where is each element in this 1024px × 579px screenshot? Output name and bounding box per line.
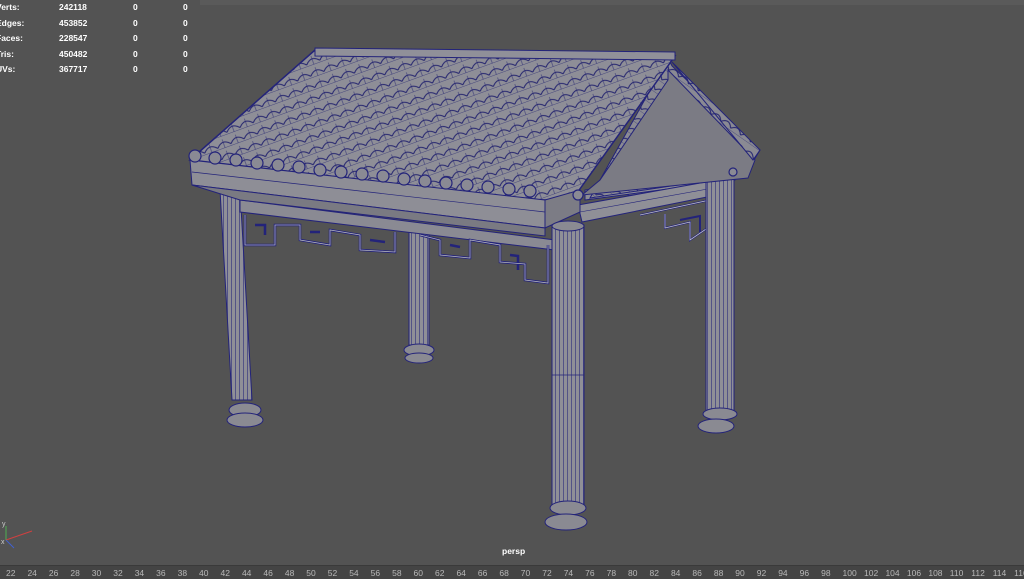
timeline-tick-label[interactable]: 82 (650, 568, 659, 578)
timeline-tick-label[interactable]: 92 (757, 568, 766, 578)
timeline-tick-label[interactable]: 36 (156, 568, 165, 578)
hud-selected-value-2: 0 (183, 33, 188, 43)
timeline-tick-label[interactable]: 48 (285, 568, 294, 578)
hud-row: UVs: 367717 0 0 (0, 62, 200, 78)
timeline-tick-label[interactable]: 110 (950, 568, 964, 578)
perspective-viewport[interactable]: Verts: 242118 0 0 Edges: 453852 0 0 Faces: 228547… (0, 0, 1024, 565)
pavilion-model[interactable] (0, 0, 1024, 565)
hud-label: UVs: (0, 64, 16, 74)
timeline-tick-label[interactable]: 68 (499, 568, 508, 578)
y-axis-label: y (2, 521, 6, 528)
hud-row: Edges: 453852 0 0 (0, 16, 200, 32)
timeline-tick-label[interactable]: 108 (928, 568, 942, 578)
column-back-right (697, 177, 738, 434)
timeline-tick-label[interactable]: 86 (692, 568, 701, 578)
hud-total-value: 450482 (59, 48, 88, 59)
timeline-tick-label[interactable]: 98 (821, 568, 830, 578)
timeline-tick-label[interactable]: 88 (714, 568, 723, 578)
x-axis-label: x (1, 539, 5, 546)
timeline-tick-label[interactable]: 26 (49, 568, 58, 578)
hud-total-value: 453852 (59, 17, 88, 28)
timeline-tick-label[interactable]: 42 (221, 568, 230, 578)
timeline-tick-label[interactable]: 84 (671, 568, 680, 578)
timeline-tick-label[interactable]: 46 (263, 568, 272, 578)
timeline-tick-label[interactable]: 106 (907, 568, 921, 578)
timeline-tick-label[interactable]: 34 (135, 568, 144, 578)
hud-row: Tris: 450482 0 0 (0, 47, 200, 63)
timeline-tick-label[interactable]: 24 (27, 568, 36, 578)
hud-row: Verts: 242118 0 0 (0, 0, 200, 16)
timeline-tick-label[interactable]: 104 (885, 568, 899, 578)
timeline-tick-label[interactable]: 96 (800, 568, 809, 578)
hud-selected-value-2: 0 (183, 48, 188, 59)
timeline-tick-label[interactable]: 102 (864, 568, 878, 578)
hud-selected-value-2: 0 (183, 2, 188, 12)
timeline-tick-label[interactable]: 28 (70, 568, 79, 578)
timeline-tick-label[interactable]: 66 (478, 568, 487, 578)
timeline-tick-label[interactable]: 40 (199, 568, 208, 578)
column-back-left (403, 224, 435, 364)
timeline-tick-label[interactable]: 56 (371, 568, 380, 578)
timeline-tick-label[interactable]: 58 (392, 568, 401, 578)
hud-selected-value: 0 (133, 2, 138, 12)
timeline-tick-label[interactable]: 44 (242, 568, 251, 578)
column-front-right (544, 220, 588, 531)
timeline-tick-label[interactable]: 114 (993, 568, 1007, 578)
hud-selected-value-2: 0 (183, 17, 188, 28)
hud-label: Tris: (0, 48, 14, 59)
hud-selected-value: 0 (133, 33, 138, 43)
x-axis-line (5, 530, 33, 541)
timeline-tick-label[interactable]: 74 (564, 568, 573, 578)
hud-label: Verts: (0, 2, 20, 12)
hud-row: Faces: 228547 0 0 (0, 31, 200, 47)
hud-label: Edges: (0, 17, 25, 28)
timeline-tick-label[interactable]: 38 (178, 568, 187, 578)
timeline-tick-label[interactable]: 60 (414, 568, 423, 578)
timeline-tick-label[interactable]: 112 (971, 568, 985, 578)
timeline-tick-label[interactable]: 30 (92, 568, 101, 578)
timeline-tick-label[interactable]: 116 (1014, 568, 1024, 578)
timeline-tick-label[interactable]: 50 (306, 568, 315, 578)
timeline-tick-label[interactable]: 90 (735, 568, 744, 578)
timeline-tick-label[interactable]: 70 (521, 568, 530, 578)
hud-selected-value: 0 (133, 48, 138, 59)
timeline-tick-label[interactable]: 62 (435, 568, 444, 578)
hud-label: Faces: (0, 33, 23, 43)
timeline-tick-label[interactable]: 94 (778, 568, 787, 578)
axis-gizmo: y x (1, 521, 33, 549)
timeline-tick-label[interactable]: 72 (542, 568, 551, 578)
timeline-tick-label[interactable]: 22 (6, 568, 15, 578)
hud-selected-value: 0 (133, 17, 138, 28)
hud-selected-value: 0 (133, 64, 138, 74)
time-slider[interactable]: 22 24 26 28 30 32 34 36 38 40 42 44 46 48 50 52 54 56 58 60… (0, 565, 1024, 579)
hud-total-value: 242118 (59, 2, 87, 12)
timeline-tick-label[interactable]: 52 (328, 568, 337, 578)
timeline-tick-label[interactable]: 32 (113, 568, 122, 578)
timeline-tick-label[interactable]: 54 (349, 568, 358, 578)
timeline-tick-label[interactable]: 80 (628, 568, 637, 578)
timeline-tick-label[interactable]: 76 (585, 568, 594, 578)
timeline-tick-label[interactable]: 64 (456, 568, 465, 578)
hud-total-value: 228547 (59, 33, 88, 43)
poly-count-hud: Verts: 242118 0 0 Edges: 453852 0 0 Faces: 228547… (0, 0, 200, 78)
timeline-tick-label[interactable]: 100 (843, 568, 857, 578)
timeline-tick-label[interactable]: 78 (607, 568, 616, 578)
hud-selected-value-2: 0 (183, 64, 188, 74)
camera-name-label: persp (502, 546, 526, 556)
z-axis-line (5, 539, 15, 549)
hud-total-value: 367717 (59, 64, 88, 74)
